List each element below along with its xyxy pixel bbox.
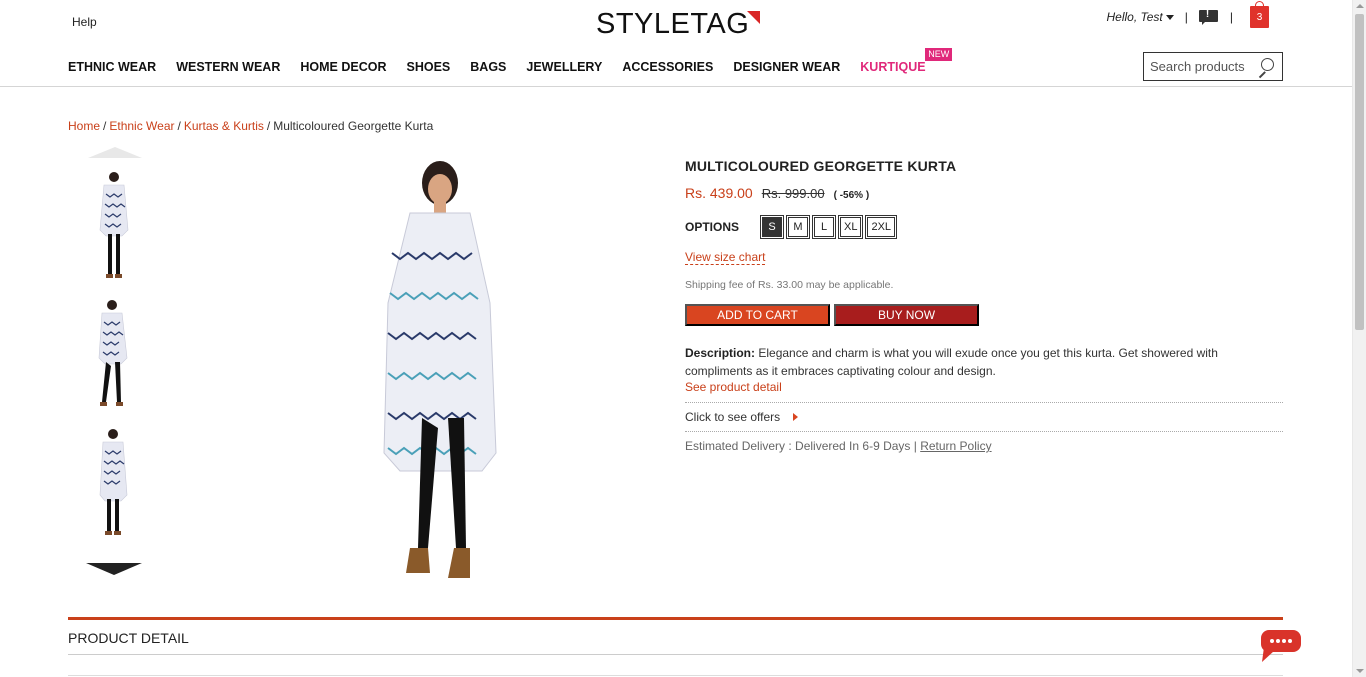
size-2xl-button[interactable]: 2XL (866, 216, 897, 238)
price-row: Rs. 439.00 Rs. 999.00 ( -56% ) (685, 185, 869, 201)
section-divider (68, 675, 1283, 676)
size-m-button[interactable]: M (787, 216, 809, 238)
section-divider-accent (68, 617, 1283, 620)
product-thumbnail[interactable] (92, 425, 136, 540)
search-input[interactable] (1144, 59, 1254, 74)
nav-home-decor[interactable]: HOME DECOR (300, 60, 386, 74)
logo-triangle-icon (747, 11, 761, 24)
add-to-cart-button[interactable]: ADD TO CART (685, 304, 830, 326)
breadcrumb-ethnic-wear[interactable]: Ethnic Wear (109, 119, 174, 133)
help-link[interactable]: Help (72, 15, 97, 29)
scroll-down-icon[interactable] (1356, 669, 1364, 673)
section-divider (68, 654, 1283, 655)
description-text: Elegance and charm is what you will exud… (685, 346, 1218, 378)
breadcrumb-separator: / (177, 119, 181, 133)
nav-western-wear[interactable]: WESTERN WEAR (176, 60, 280, 74)
nav-designer-wear[interactable]: DESIGNER WEAR (733, 60, 840, 74)
scroll-thumb[interactable] (1355, 14, 1364, 330)
page-scrollbar[interactable] (1352, 0, 1366, 677)
shipping-note: Shipping fee of Rs. 33.00 may be applica… (685, 279, 894, 291)
thumb-prev-icon[interactable] (88, 147, 142, 158)
user-area: Hello, Test | | 3 (1107, 1, 1269, 28)
size-l-button[interactable]: L (813, 216, 835, 238)
nav-shoes[interactable]: SHOES (407, 60, 451, 74)
styletag-logo[interactable]: STYLETAG (596, 8, 761, 40)
breadcrumb: Home / Ethnic Wear / Kurtas & Kurtis / Multico… (68, 119, 433, 133)
delivery-info: Estimated Delivery : Delivered In 6-9 Da… (685, 439, 992, 453)
site-header: Help STYLETAG Hello, Test | | 3 ETHNIC W… (0, 0, 1352, 87)
see-product-detail-link[interactable]: See product detail (685, 380, 782, 394)
breadcrumb-separator: / (266, 119, 271, 133)
size-chart-link[interactable]: View size chart (685, 250, 766, 265)
size-xl-button[interactable]: XL (838, 216, 863, 238)
description-label: Description: (685, 346, 756, 360)
caret-down-icon (1165, 15, 1174, 21)
nav-jewellery[interactable]: JEWELLERY (526, 60, 602, 74)
separator: | (1229, 10, 1233, 24)
product-detail-heading[interactable]: PRODUCT DETAIL (68, 630, 189, 646)
cart-icon[interactable]: 3 (1250, 1, 1269, 28)
nav-ethnic-wear[interactable]: ETHNIC WEAR (68, 60, 156, 74)
nav-accessories[interactable]: ACCESSORIES (622, 60, 713, 74)
size-options: OPTIONS S M L XL 2XL (685, 216, 899, 238)
delivery-text: Estimated Delivery : Delivered In 6-9 Da… (685, 439, 921, 453)
nav-kurtique-label: KURTIQUE (860, 60, 926, 74)
logo-text: STYLETAG (596, 8, 750, 40)
product-thumbnail[interactable] (92, 296, 136, 411)
main-nav: ETHNIC WEAR WESTERN WEAR HOME DECOR SHOE… (68, 48, 953, 74)
user-greeting: Hello, Test (1106, 10, 1163, 24)
return-policy-link[interactable]: Return Policy (920, 439, 991, 453)
search-icon[interactable] (1256, 56, 1278, 78)
separator: | (1184, 10, 1188, 24)
offers-toggle[interactable]: Click to see offers (685, 402, 1283, 432)
breadcrumb-home[interactable]: Home (68, 119, 100, 133)
search-box (1143, 52, 1283, 81)
thumb-next-icon[interactable] (86, 563, 142, 575)
product-main-image[interactable] (370, 153, 510, 598)
nav-bags[interactable]: BAGS (470, 60, 506, 74)
breadcrumb-kurtas[interactable]: Kurtas & Kurtis (184, 119, 264, 133)
buy-now-button[interactable]: BUY NOW (834, 304, 979, 326)
user-menu[interactable]: Hello, Test (1107, 10, 1174, 24)
discount-badge: ( -56% ) (833, 190, 870, 201)
size-s-button[interactable]: S (761, 216, 783, 238)
options-label: OPTIONS (685, 220, 740, 234)
nav-kurtique[interactable]: KURTIQUE NEW (860, 48, 953, 74)
breadcrumb-current: Multicoloured Georgette Kurta (273, 119, 434, 133)
new-badge: NEW (925, 48, 953, 61)
current-price: Rs. 439.00 (685, 185, 753, 201)
live-chat-icon[interactable] (1260, 629, 1302, 663)
offers-label: Click to see offers (685, 410, 781, 424)
product-thumbnail[interactable] (92, 168, 136, 283)
product-title: MULTICOLOURED GEORGETTE KURTA (685, 158, 957, 174)
scroll-up-icon[interactable] (1356, 4, 1364, 8)
product-description: Description: Elegance and charm is what … (685, 344, 1255, 380)
arrow-right-icon (793, 413, 799, 421)
messages-icon[interactable] (1198, 9, 1219, 25)
breadcrumb-separator: / (103, 119, 107, 133)
original-price: Rs. 999.00 (761, 186, 825, 201)
cart-count: 3 (1256, 12, 1263, 23)
